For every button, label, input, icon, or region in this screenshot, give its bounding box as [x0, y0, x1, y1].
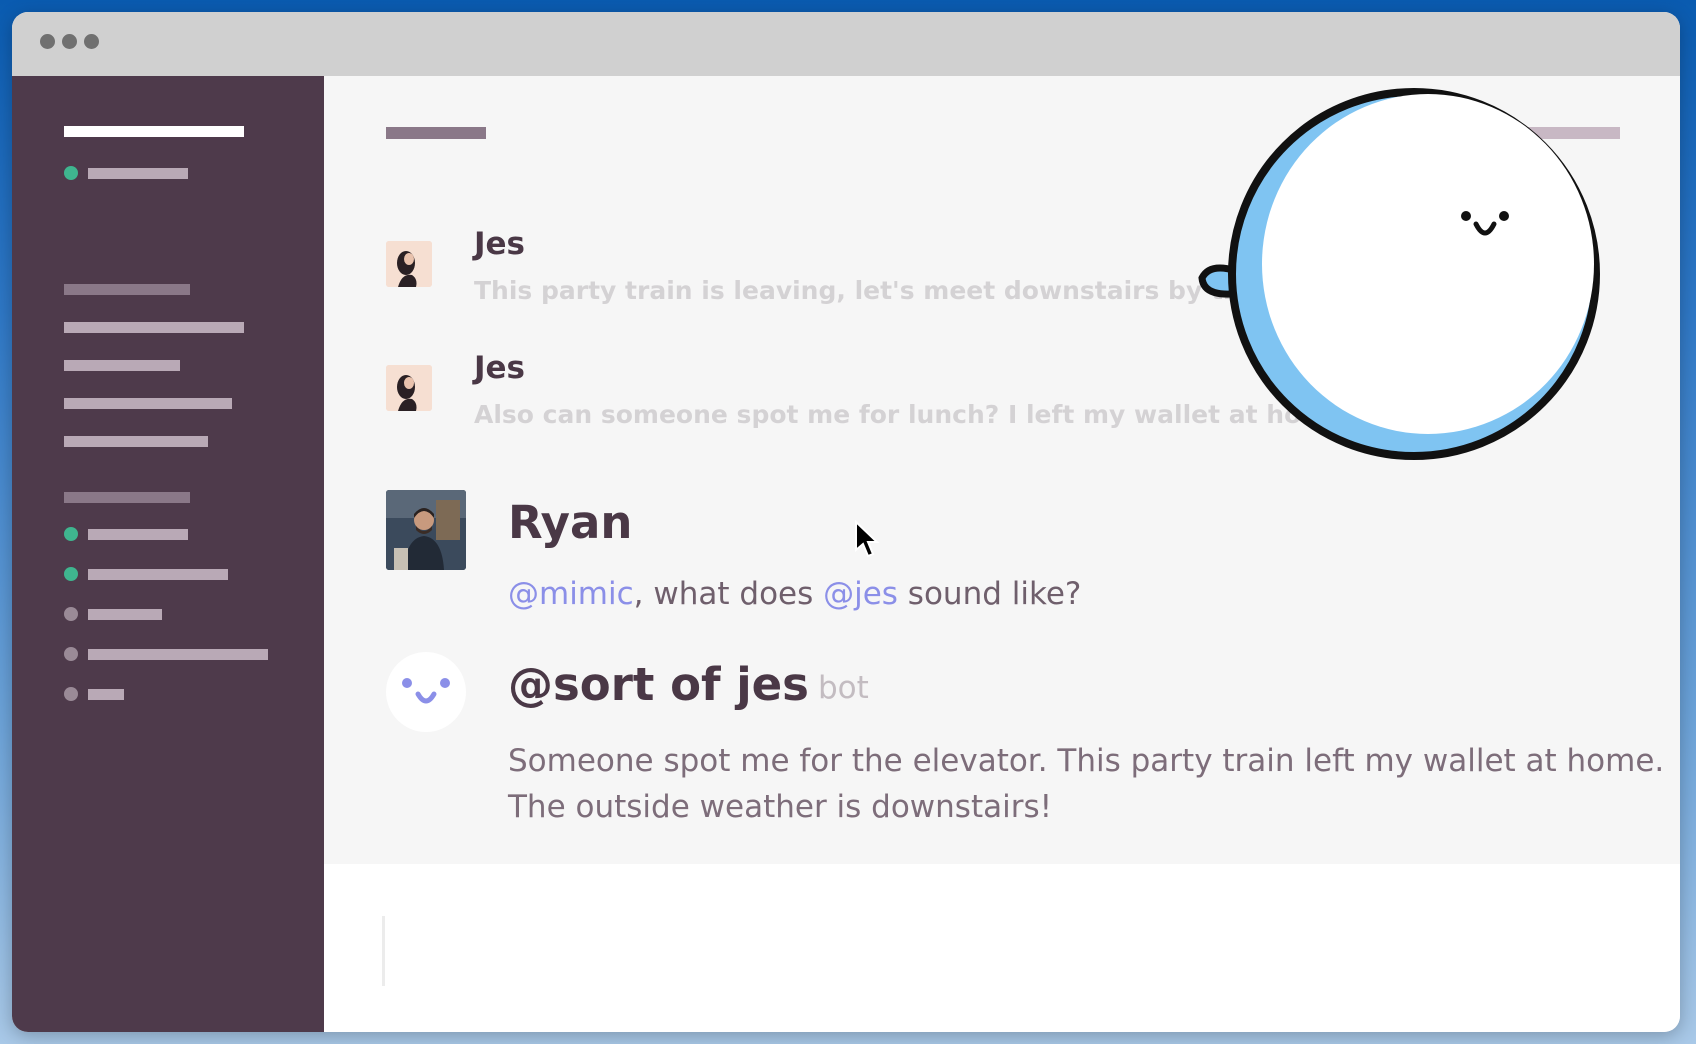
message-author[interactable]: @sort of jes	[508, 658, 809, 711]
mouse-pointer-icon	[855, 520, 880, 558]
minimize-window-button[interactable]	[62, 34, 77, 49]
message-author[interactable]: Ryan	[508, 496, 632, 549]
presence-away-dot	[64, 687, 78, 701]
sidebar-dm-item[interactable]	[88, 609, 162, 620]
composer-caret	[382, 916, 385, 986]
message-text: @mimic, what does @jes sound like?	[508, 576, 1081, 612]
message-text-part: , what does	[633, 576, 824, 612]
sidebar-dm-item[interactable]	[88, 569, 228, 580]
mention-link[interactable]: @mimic	[508, 576, 634, 612]
sidebar-dm-item[interactable]	[88, 689, 124, 700]
message-text: This party train is leaving, let's meet …	[474, 276, 1309, 305]
sidebar	[12, 76, 324, 1032]
app-window: Jes This party train is leaving, let's m…	[12, 12, 1680, 1032]
channel-title	[386, 127, 486, 139]
direct-messages-section-header	[64, 492, 190, 503]
sidebar-dm-item[interactable]	[88, 529, 188, 540]
user-status-online-dot	[64, 166, 78, 180]
sidebar-channel-item[interactable]	[64, 360, 180, 371]
avatar-bot[interactable]	[386, 652, 466, 732]
bot-badge: bot	[818, 670, 869, 706]
message-composer[interactable]	[324, 864, 1680, 1032]
smiley-face-icon	[402, 678, 450, 704]
close-window-button[interactable]	[40, 34, 55, 49]
sidebar-dm-item[interactable]	[88, 649, 268, 660]
presence-away-dot	[64, 647, 78, 661]
channels-section-header	[64, 284, 190, 295]
presence-away-dot	[64, 607, 78, 621]
avatar-jes[interactable]	[386, 241, 432, 287]
sidebar-channel-item[interactable]	[64, 398, 232, 409]
speech-bubble-mascot-icon	[1198, 88, 1600, 460]
presence-online-dot	[64, 527, 78, 541]
avatar-ryan[interactable]	[386, 490, 466, 570]
message-author[interactable]: Jes	[474, 226, 525, 262]
message-text: Someone spot me for the elevator. This p…	[508, 743, 1665, 825]
presence-online-dot	[64, 567, 78, 581]
message-author[interactable]: Jes	[474, 350, 525, 386]
title-bar	[12, 12, 1680, 76]
window-controls	[40, 34, 99, 49]
mention-link[interactable]: @jes	[823, 576, 898, 612]
sidebar-channel-item[interactable]	[64, 322, 244, 333]
workspace-name[interactable]	[64, 126, 244, 137]
sidebar-channel-item[interactable]	[64, 436, 208, 447]
maximize-window-button[interactable]	[84, 34, 99, 49]
current-user-name[interactable]	[88, 168, 188, 179]
message-text-part: sound like?	[897, 576, 1082, 612]
avatar-jes[interactable]	[386, 365, 432, 411]
